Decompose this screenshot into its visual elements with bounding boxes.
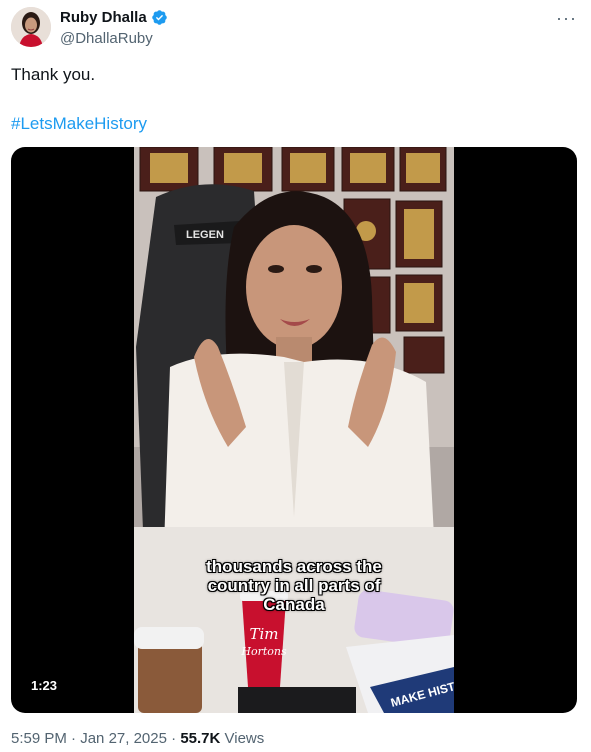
video-player[interactable]: LEGEN Tim Hortons MAKE HISTORY thousands… [11, 147, 577, 713]
video-duration-badge: 1:23 [24, 676, 65, 695]
video-caption: thousands across the country in all part… [134, 557, 454, 614]
caption-line-1: thousands across the [206, 557, 382, 576]
verified-badge-icon [151, 10, 167, 25]
tweet-date[interactable]: Jan 27, 2025 [80, 730, 167, 747]
caption-line-2: country in all parts of [207, 576, 381, 595]
views-label: Views [220, 730, 265, 747]
tweet-metadata: 5:59 PM · Jan 27, 2025 · 55.7K Views [11, 730, 264, 747]
hashtag-link[interactable]: #LetsMakeHistory [11, 114, 147, 134]
cup-brand-line2: Hortons [240, 645, 287, 658]
author-avatar[interactable] [11, 7, 51, 47]
avatar-image [11, 7, 51, 47]
author-name-text: Ruby Dhalla [60, 9, 147, 26]
meta-separator: · [166, 730, 181, 747]
caption-line-3: Canada [263, 595, 325, 614]
tweet-text: Thank you. [11, 65, 96, 84]
video-frame: LEGEN Tim Hortons MAKE HISTORY thousands… [134, 147, 454, 713]
more-options-icon[interactable]: ··· [556, 8, 578, 28]
tweet-time[interactable]: 5:59 PM [11, 730, 67, 747]
chair-brand-text: LEGEN [186, 229, 224, 241]
author-name[interactable]: Ruby Dhalla [60, 9, 168, 26]
views-count[interactable]: 55.7K [180, 730, 220, 747]
video-still-image: LEGEN Tim Hortons MAKE HISTORY [134, 147, 454, 713]
meta-separator: · [66, 730, 81, 747]
author-handle[interactable]: @DhallaRuby [60, 30, 153, 47]
cup-brand-line1: Tim [249, 625, 278, 643]
